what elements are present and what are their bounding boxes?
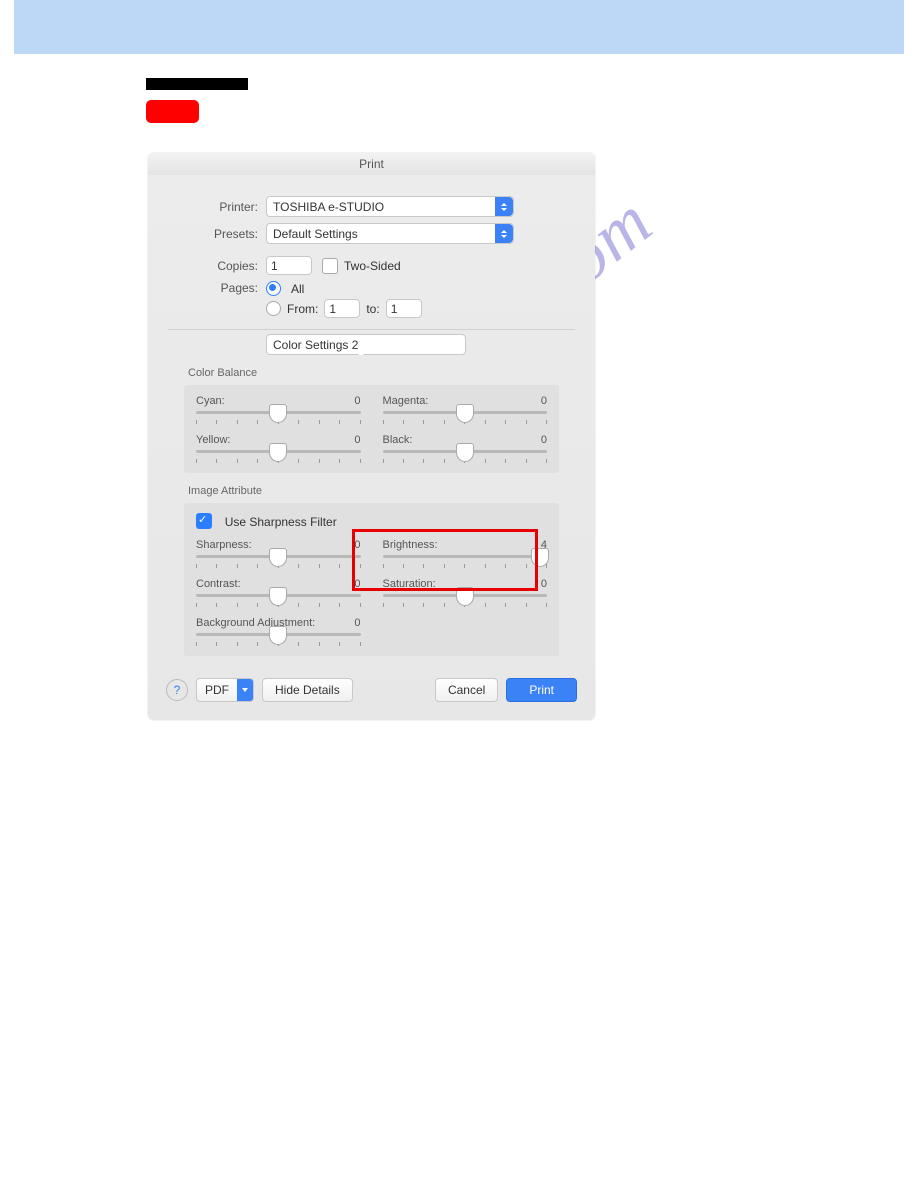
- bg-adjust-slider[interactable]: [196, 633, 361, 636]
- bg-adjust-label: Background Adjustment:: [196, 617, 315, 629]
- slider-thumb[interactable]: [269, 443, 287, 462]
- color-balance-panel: Cyan: 0 Magenta: 0 Yellow: 0: [184, 385, 559, 473]
- saturation-slider[interactable]: [383, 594, 548, 597]
- top-banner: [14, 0, 904, 54]
- yellow-slider[interactable]: [196, 450, 361, 453]
- slider-thumb[interactable]: [456, 443, 474, 462]
- yellow-slider-block: Yellow: 0: [196, 434, 361, 465]
- help-button[interactable]: ?: [166, 679, 188, 701]
- sharpness-label: Sharpness:: [196, 539, 252, 551]
- printer-select[interactable]: TOSHIBA e-STUDIO: [266, 196, 514, 217]
- printer-row: Printer: TOSHIBA e-STUDIO: [148, 193, 595, 220]
- magenta-label: Magenta:: [383, 395, 429, 407]
- bg-adjust-value: 0: [354, 617, 360, 629]
- pages-label: Pages:: [168, 281, 266, 295]
- cyan-slider-block: Cyan: 0: [196, 395, 361, 426]
- presets-row: Presets: Default Settings: [148, 220, 595, 247]
- slider-thumb[interactable]: [456, 404, 474, 423]
- saturation-value: 0: [541, 578, 547, 590]
- pages-to-label: to:: [366, 302, 379, 316]
- contrast-slider-block: Contrast: 0: [196, 578, 361, 609]
- slider-thumb[interactable]: [269, 404, 287, 423]
- bg-adjust-slider-block: Background Adjustment: 0: [196, 617, 361, 648]
- cyan-slider[interactable]: [196, 411, 361, 414]
- pages-all-radio[interactable]: [266, 281, 281, 296]
- black-value: 0: [541, 434, 547, 446]
- pages-from-radio[interactable]: [266, 301, 281, 316]
- black-slider[interactable]: [383, 450, 548, 453]
- printer-label: Printer:: [168, 200, 266, 214]
- yellow-label: Yellow:: [196, 434, 230, 446]
- brightness-highlight: [352, 529, 538, 591]
- copies-label: Copies:: [168, 259, 266, 273]
- pages-to-input[interactable]: 1: [386, 299, 422, 318]
- updown-icon: [495, 224, 513, 243]
- dialog-title: Print: [148, 153, 595, 175]
- cyan-label: Cyan:: [196, 395, 225, 407]
- black-label: Black:: [383, 434, 413, 446]
- presets-select[interactable]: Default Settings: [266, 223, 514, 244]
- image-attribute-title: Image Attribute: [148, 481, 595, 501]
- section-value: Color Settings 2: [273, 338, 358, 352]
- magenta-value: 0: [541, 395, 547, 407]
- slider-thumb[interactable]: [269, 548, 287, 567]
- dialog-footer: ? PDF Hide Details Cancel Print: [148, 664, 595, 720]
- use-sharpness-checkbox[interactable]: [196, 513, 212, 529]
- pages-from-label: From:: [287, 302, 318, 316]
- pages-from-input[interactable]: 1: [324, 299, 360, 318]
- pdf-dropdown[interactable]: PDF: [196, 678, 254, 702]
- presets-label: Presets:: [168, 227, 266, 241]
- magenta-slider[interactable]: [383, 411, 548, 414]
- color-balance-title: Color Balance: [148, 363, 595, 383]
- cancel-button[interactable]: Cancel: [435, 678, 498, 702]
- pages-all-label: All: [291, 282, 304, 296]
- pdf-label: PDF: [197, 679, 237, 701]
- use-sharpness-label: Use Sharpness Filter: [225, 515, 337, 529]
- copies-input[interactable]: 1: [266, 256, 312, 275]
- copies-row: Copies: 1 Two-Sided: [148, 253, 595, 278]
- contrast-label: Contrast:: [196, 578, 241, 590]
- chevron-down-icon: [237, 679, 253, 701]
- redaction-bar: [146, 78, 248, 90]
- yellow-value: 0: [354, 434, 360, 446]
- print-dialog: Print Printer: TOSHIBA e-STUDIO Presets:…: [148, 153, 595, 720]
- sharpness-slider[interactable]: [196, 555, 361, 558]
- presets-value: Default Settings: [273, 227, 358, 241]
- section-select[interactable]: Color Settings 2: [266, 334, 466, 355]
- cyan-value: 0: [354, 395, 360, 407]
- magenta-slider-block: Magenta: 0: [383, 395, 548, 426]
- contrast-slider[interactable]: [196, 594, 361, 597]
- two-sided-checkbox[interactable]: [322, 258, 338, 274]
- image-attribute-panel: Use Sharpness Filter Sharpness: 0 Bright…: [184, 503, 559, 656]
- printer-value: TOSHIBA e-STUDIO: [273, 200, 384, 214]
- print-button[interactable]: Print: [506, 678, 577, 702]
- hide-details-button[interactable]: Hide Details: [262, 678, 353, 702]
- updown-icon: [495, 197, 513, 216]
- sharpness-slider-block: Sharpness: 0: [196, 539, 361, 570]
- red-marker: [146, 100, 199, 123]
- pages-row: Pages: All From: 1 to: 1: [148, 278, 595, 321]
- updown-icon: [358, 338, 370, 352]
- two-sided-label: Two-Sided: [344, 259, 401, 273]
- section-select-row: Color Settings 2: [148, 330, 595, 363]
- black-slider-block: Black: 0: [383, 434, 548, 465]
- slider-thumb[interactable]: [269, 587, 287, 606]
- slider-thumb[interactable]: [269, 626, 287, 645]
